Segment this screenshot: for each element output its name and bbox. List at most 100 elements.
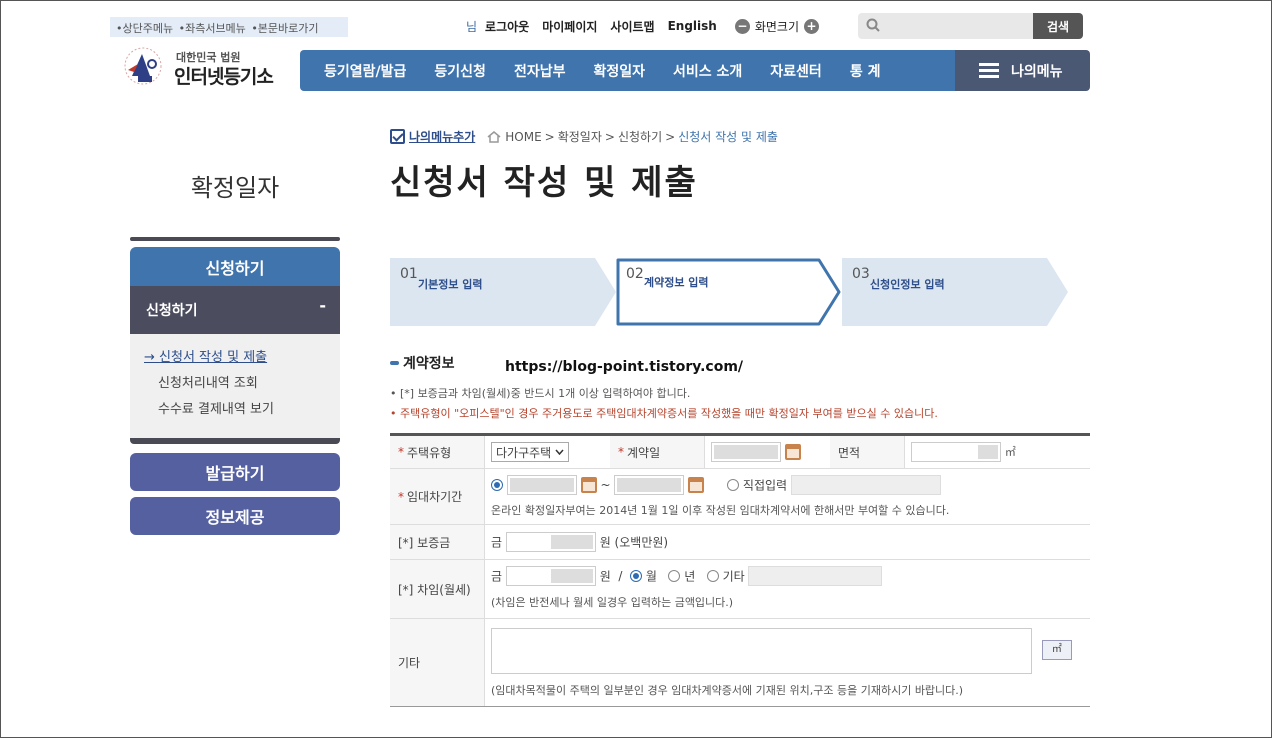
add-my-menu-label: 나의메뉴추가 — [409, 130, 476, 144]
utility-nav: 님 로그아웃 마이페이지 사이트맵 English − 화면크기 + — [466, 16, 824, 36]
deposit-input[interactable] — [505, 532, 596, 552]
collapse-icon[interactable]: - — [319, 296, 326, 315]
contract-date-cell — [705, 436, 830, 468]
sidebar-item-issue[interactable]: 발급하기 — [130, 453, 340, 491]
lease-period-note: 온라인 확정일자부여는 2014년 1월 1일 이후 작성된 임대차계약서에 한… — [491, 504, 950, 517]
breadcrumb-fixed-date[interactable]: 확정일자 — [558, 128, 602, 145]
sidebar-bottom-divider — [130, 438, 340, 444]
nav-item-stats[interactable]: 통 계 — [850, 61, 881, 81]
table-row: * 주택유형 다가구주택 * 계약일 면적 ㎡ — [390, 436, 1090, 469]
notice-required: • [*] 보증금과 차임(월세)중 반드시 1개 이상 입력하여야 합니다. — [390, 387, 691, 400]
my-menu-button[interactable]: 나의메뉴 — [955, 50, 1090, 91]
section-title: 계약정보 — [403, 356, 455, 372]
step-number: 01 — [400, 266, 418, 282]
house-type-cell: 다가구주택 — [485, 436, 610, 468]
breadcrumb-home[interactable]: HOME — [505, 130, 541, 144]
skip-link-side-menu[interactable]: •좌측서브메뉴 — [179, 22, 246, 35]
step-arrow-shape — [842, 258, 1068, 326]
mypage-link[interactable]: 마이페이지 — [542, 18, 597, 35]
calendar-icon[interactable] — [688, 477, 705, 493]
rent-etc-input[interactable] — [748, 566, 883, 586]
house-type-select[interactable]: 다가구주택 — [491, 442, 570, 462]
rent-yearly-radio[interactable] — [668, 570, 681, 582]
breadcrumb: 나의메뉴추가 HOME > 확정일자 > 신청하기 > 신청서 작성 및 제출 — [390, 128, 778, 145]
nav-item-registration[interactable]: 등기신청 — [434, 61, 486, 81]
rent-input[interactable] — [505, 566, 596, 586]
skip-link-top-menu[interactable]: •상단주메뉴 — [116, 22, 173, 35]
zoom-out-button[interactable]: − — [734, 18, 750, 34]
contract-form-table: * 주택유형 다가구주택 * 계약일 면적 ㎡ * 임대차기간 ~ 직접입력 온… — [390, 433, 1090, 707]
zoom-in-button[interactable]: + — [804, 18, 820, 34]
search-input[interactable] — [858, 13, 1033, 39]
sidebar-link-history[interactable]: 신청처리내역 조회 — [144, 372, 340, 398]
sitemap-link[interactable]: 사이트맵 — [610, 18, 654, 35]
area-label: 면적 — [830, 436, 905, 468]
active-arrow-icon: → — [144, 350, 160, 365]
my-menu-label: 나의메뉴 — [1011, 63, 1063, 80]
required-mark: * — [398, 489, 404, 504]
nav-item-payment[interactable]: 전자납부 — [514, 61, 566, 81]
calendar-icon[interactable] — [580, 477, 597, 493]
lease-period-date-radio[interactable] — [491, 479, 503, 491]
direct-input-radio[interactable] — [727, 479, 740, 491]
step-number: 03 — [852, 266, 870, 282]
sidebar-item-apply[interactable]: 신청하기 — [130, 247, 340, 286]
chevron-down-icon — [555, 449, 564, 455]
add-my-menu-link[interactable]: 나의메뉴추가 — [390, 128, 475, 145]
step-3: 03 신청인정보 입력 — [842, 258, 1070, 326]
nav-item-fixed-date[interactable]: 확정일자 — [593, 61, 645, 81]
rent-cell: 금 원 / 월 년 기타 (차임은 반전세나 월세 일경우 입력하는 금액입니다… — [485, 560, 1090, 618]
breadcrumb-apply[interactable]: 신청하기 — [618, 128, 662, 145]
step-arrow-shape — [616, 258, 841, 326]
sidebar-item-info[interactable]: 정보제공 — [130, 497, 340, 535]
zoom-label: 화면크기 — [754, 19, 800, 34]
page-title: 신청서 작성 및 제출 — [390, 163, 698, 203]
rent-inputs: 금 원 / 월 년 기타 — [491, 566, 1084, 588]
hamburger-icon — [979, 63, 999, 78]
slash-separator: / — [618, 569, 623, 583]
nav-item-resources[interactable]: 자료센터 — [770, 61, 822, 81]
etc-textarea[interactable] — [491, 628, 1032, 674]
logo-title: 인터넷등기소 — [174, 66, 274, 88]
sidebar-top-divider — [130, 237, 340, 241]
watermark-url: https://blog-point.tistory.com/ — [505, 359, 744, 375]
skip-link-content[interactable]: •본문바로가기 — [251, 22, 318, 35]
nav-item-service[interactable]: 서비스 소개 — [673, 61, 742, 81]
site-logo[interactable]: 대한민국 법원 인터넷등기소 — [118, 42, 288, 92]
lease-period-inputs: ~ 직접입력 — [491, 475, 1084, 497]
skip-links: •상단주메뉴 •좌측서브메뉴 •본문바로가기 — [110, 17, 348, 37]
main-nav: 등기열람/발급 등기신청 전자납부 확정일자 서비스 소개 자료센터 통 계 — [300, 50, 955, 91]
table-row: 기타 ㎡ (임대차목적물이 주택의 일부분인 경우 임대차계약증서에 기재된 위… — [390, 619, 1090, 706]
area-input[interactable] — [911, 442, 1001, 462]
rent-monthly-radio[interactable] — [630, 570, 643, 582]
house-type-value: 다가구주택 — [496, 445, 552, 460]
step-label: 기본정보 입력 — [418, 278, 483, 291]
logout-link[interactable]: 로그아웃 — [485, 18, 529, 35]
m2-insert-button[interactable]: ㎡ — [1041, 640, 1072, 660]
step-arrow-shape — [390, 258, 616, 326]
rent-etc-radio[interactable] — [706, 570, 719, 582]
etc-cell: ㎡ (임대차목적물이 주택의 일부분인 경우 임대차계약증서에 기재된 위치,구… — [485, 619, 1090, 706]
table-row: * 임대차기간 ~ 직접입력 온라인 확정일자부여는 2014년 1월 1일 이후… — [390, 469, 1090, 525]
nav-item-view-issue[interactable]: 등기열람/발급 — [324, 61, 406, 81]
search-button[interactable]: 검색 — [1033, 13, 1083, 39]
step-label: 계약정보 입력 — [644, 276, 709, 289]
lease-period-label: * 임대차기간 — [390, 469, 485, 524]
sidebar-link-write-submit[interactable]: → 신청서 작성 및 제출 — [144, 346, 340, 372]
contract-date-input[interactable] — [711, 442, 781, 462]
search-bar: 검색 — [858, 13, 1083, 39]
search-box — [858, 13, 1033, 39]
home-icon — [487, 130, 501, 143]
breadcrumb-separator: > — [665, 129, 676, 144]
calendar-icon[interactable] — [784, 444, 801, 460]
sidebar-subgroup-label: 신청하기 — [146, 303, 198, 319]
section-heading: 계약정보 — [390, 353, 455, 373]
sidebar-link-fee-history[interactable]: 수수료 결제내역 보기 — [144, 398, 340, 424]
sidebar-subgroup-apply[interactable]: 신청하기 - — [130, 286, 340, 334]
lease-end-input[interactable] — [614, 475, 685, 495]
table-row: [*] 보증금 금 원 (오백만원) — [390, 525, 1090, 560]
direct-input-field[interactable] — [790, 475, 941, 495]
english-link[interactable]: English — [668, 19, 717, 33]
label-text: 계약일 — [627, 445, 661, 460]
lease-start-input[interactable] — [506, 475, 577, 495]
